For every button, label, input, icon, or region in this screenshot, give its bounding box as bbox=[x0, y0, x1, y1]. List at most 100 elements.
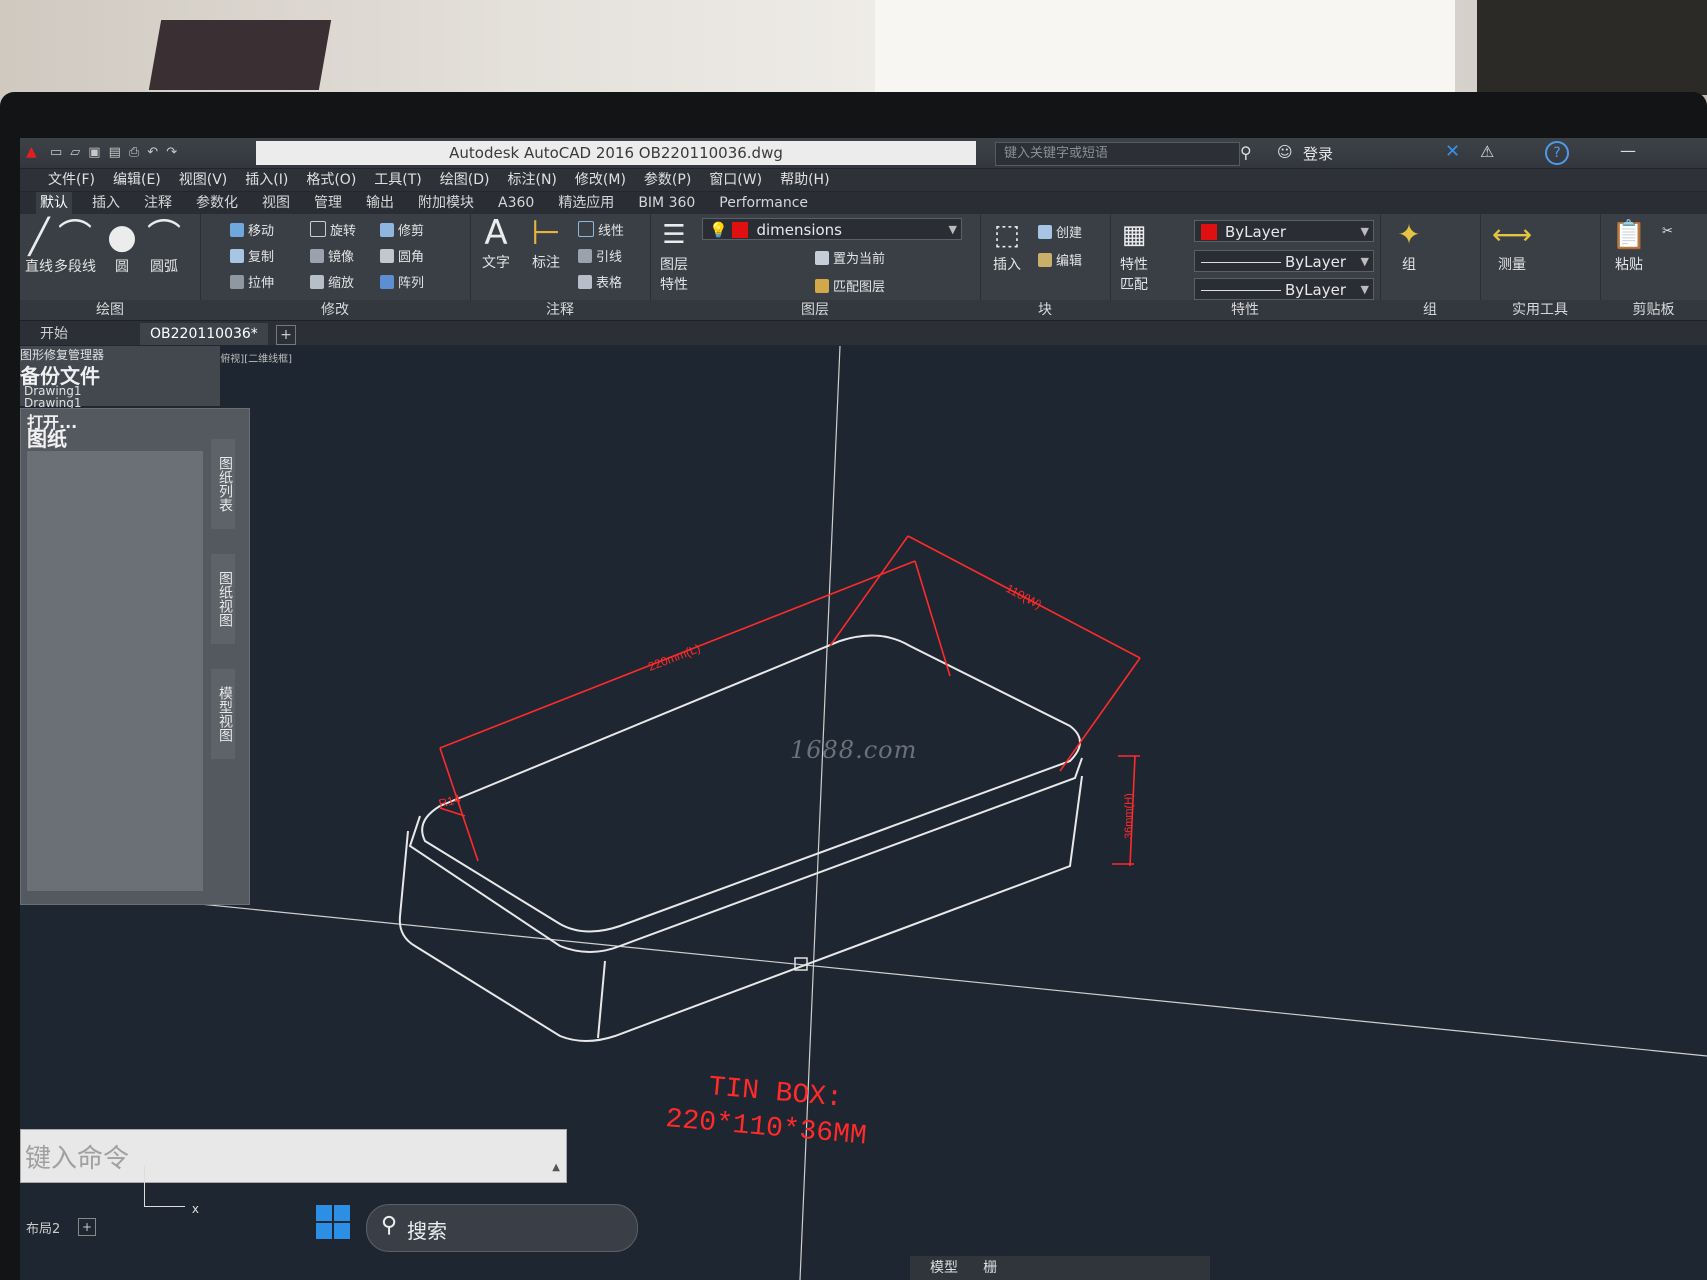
fillet-button[interactable]: 圆角 bbox=[380, 246, 424, 265]
tab-view[interactable]: 视图 bbox=[258, 192, 294, 214]
trim-button[interactable]: 修剪 bbox=[380, 220, 424, 239]
autocad-logo-icon[interactable]: ▲ bbox=[26, 144, 37, 160]
tab-default[interactable]: 默认 bbox=[36, 192, 72, 214]
move-button[interactable]: 移动 bbox=[230, 220, 274, 239]
match-layer-button[interactable]: 匹配图层 bbox=[815, 276, 885, 295]
undo-icon[interactable]: ↶ bbox=[147, 145, 158, 160]
minimize-icon[interactable]: — bbox=[1620, 141, 1636, 160]
menu-help[interactable]: 帮助(H) bbox=[780, 169, 829, 191]
group-button[interactable]: ✦ 组 bbox=[1384, 216, 1434, 274]
menu-tools[interactable]: 工具(T) bbox=[374, 169, 421, 191]
menu-dimension[interactable]: 标注(N) bbox=[508, 169, 557, 191]
width-dim-text: 110(W) bbox=[1004, 581, 1045, 611]
note-line-1: TIN BOX: bbox=[707, 1072, 844, 1115]
help-icon[interactable]: ? bbox=[1545, 141, 1569, 165]
saveas-icon[interactable]: ▤ bbox=[109, 145, 121, 160]
tab-insert[interactable]: 插入 bbox=[88, 192, 124, 214]
set-current-button[interactable]: 置为当前 bbox=[815, 248, 885, 267]
user-icon[interactable]: ☺ bbox=[1277, 143, 1293, 161]
measure-button[interactable]: ⟷ 测量 bbox=[1484, 216, 1540, 274]
windows-start-icon[interactable] bbox=[316, 1205, 352, 1241]
match-properties-button[interactable]: ▦ 特性 匹配 bbox=[1112, 216, 1156, 294]
open-icon[interactable]: ▱ bbox=[70, 145, 80, 160]
login-button[interactable]: 登录 bbox=[1303, 143, 1333, 164]
scale-button[interactable]: 缩放 bbox=[310, 272, 354, 291]
rotate-button[interactable]: 旋转 bbox=[310, 220, 356, 239]
menu-parametric[interactable]: 参数(P) bbox=[644, 169, 691, 191]
layer-dropdown[interactable]: 💡 dimensions ▼ bbox=[702, 218, 962, 240]
copy-button[interactable]: 复制 bbox=[230, 246, 274, 265]
new-tab-button[interactable]: + bbox=[276, 325, 296, 345]
mirror-button[interactable]: 镜像 bbox=[310, 246, 354, 265]
menu-format[interactable]: 格式(O) bbox=[306, 169, 356, 191]
leader-button[interactable]: 引线 bbox=[578, 246, 622, 265]
tab-sheet-list[interactable]: 图纸列表 bbox=[211, 439, 235, 529]
panel-draw-title[interactable]: 绘图 bbox=[20, 300, 200, 320]
height-dim-text: 36mm(H) bbox=[1123, 793, 1135, 839]
panel-clipboard-title[interactable]: 剪贴板 bbox=[1600, 300, 1707, 320]
layer-properties-button[interactable]: ☰ 图层 特性 bbox=[652, 216, 696, 294]
tab-layout2[interactable]: 布局2 bbox=[26, 1218, 60, 1237]
tab-bim360[interactable]: BIM 360 bbox=[634, 192, 699, 214]
panel-groups-title[interactable]: 组 bbox=[1380, 300, 1480, 320]
search-input[interactable]: 键入关键字或短语 bbox=[995, 142, 1240, 166]
tab-sheet-views[interactable]: 图纸视图 bbox=[211, 554, 235, 644]
insert-button[interactable]: ⬚ 插入 bbox=[982, 216, 1032, 274]
grid-toggle[interactable]: 栅 bbox=[983, 1260, 997, 1276]
menu-view[interactable]: 视图(V) bbox=[179, 169, 228, 191]
tab-annotate[interactable]: 注释 bbox=[140, 192, 176, 214]
tab-output[interactable]: 输出 bbox=[362, 192, 398, 214]
model-tab[interactable]: 模型 bbox=[930, 1260, 958, 1276]
tab-featured-apps[interactable]: 精选应用 bbox=[554, 192, 618, 214]
panel-annotation-title[interactable]: 注释 bbox=[470, 300, 650, 320]
stretch-button[interactable]: 拉伸 bbox=[230, 272, 274, 291]
tab-addins[interactable]: 附加模块 bbox=[414, 192, 478, 214]
print-icon[interactable]: ⎙ bbox=[129, 145, 139, 160]
panel-block-title[interactable]: 块 bbox=[980, 300, 1110, 320]
save-icon[interactable]: ▣ bbox=[88, 145, 100, 160]
tab-parametric[interactable]: 参数化 bbox=[192, 192, 242, 214]
polyline-button[interactable]: ⌒ 多段线 bbox=[50, 218, 100, 276]
menu-draw[interactable]: 绘图(D) bbox=[440, 169, 490, 191]
add-layout-button[interactable]: + bbox=[78, 1218, 96, 1236]
new-icon[interactable]: ▭ bbox=[50, 145, 62, 160]
linear-button[interactable]: 线性 bbox=[578, 220, 624, 239]
paste-button[interactable]: 📋 粘贴 bbox=[1604, 216, 1654, 274]
tab-a360[interactable]: A360 bbox=[494, 192, 538, 214]
taskbar-search[interactable]: ⚲ 搜索 bbox=[366, 1204, 638, 1252]
create-block-button[interactable]: 创建 bbox=[1038, 222, 1082, 241]
exchange-icon[interactable]: ✕ bbox=[1445, 141, 1460, 162]
command-input[interactable]: 键入命令 bbox=[25, 1138, 129, 1175]
panel-layers-title[interactable]: 图层 bbox=[650, 300, 980, 320]
dimension-button[interactable]: ⊢ 标注 bbox=[524, 214, 568, 272]
arc-button[interactable]: ⌒ 圆弧 bbox=[142, 218, 186, 276]
command-line[interactable]: 键入命令 ▲ bbox=[20, 1129, 567, 1183]
menu-window[interactable]: 窗口(W) bbox=[709, 169, 762, 191]
array-button[interactable]: 阵列 bbox=[380, 272, 424, 291]
panel-properties-title[interactable]: 特性 bbox=[1110, 300, 1380, 320]
tab-performance[interactable]: Performance bbox=[715, 192, 812, 214]
tab-file[interactable]: OB220110036* bbox=[140, 323, 268, 345]
panel-modify-title[interactable]: 修改 bbox=[200, 300, 470, 320]
drawing-canvas[interactable]: 220mm(L) 110(W) 36mm(H) R14 TIN BOX: 220… bbox=[20, 346, 1707, 1280]
lineweight-dropdown[interactable]: ByLayer ▼ bbox=[1194, 278, 1374, 300]
cut-button[interactable]: ✂ bbox=[1662, 224, 1673, 239]
binoculars-icon[interactable]: ⚲ bbox=[1240, 143, 1252, 162]
tab-model-views[interactable]: 模型视图 bbox=[211, 669, 235, 759]
menu-insert[interactable]: 插入(I) bbox=[245, 169, 288, 191]
menu-modify[interactable]: 修改(M) bbox=[575, 169, 626, 191]
tab-manage[interactable]: 管理 bbox=[310, 192, 346, 214]
redo-icon[interactable]: ↷ bbox=[166, 145, 177, 160]
a360-icon[interactable]: ⚠ bbox=[1480, 142, 1494, 161]
edit-block-button[interactable]: 编辑 bbox=[1038, 250, 1082, 269]
menu-edit[interactable]: 编辑(E) bbox=[113, 169, 161, 191]
text-button[interactable]: A 文字 bbox=[474, 214, 518, 272]
circle-button[interactable]: ● 圆 bbox=[100, 218, 144, 276]
panel-utilities-title[interactable]: 实用工具 bbox=[1480, 300, 1600, 320]
tab-start[interactable]: 开始 bbox=[40, 323, 68, 345]
chevron-up-icon[interactable]: ▲ bbox=[552, 1162, 560, 1173]
color-dropdown[interactable]: ByLayer ▼ bbox=[1194, 220, 1374, 242]
menu-file[interactable]: 文件(F) bbox=[48, 169, 95, 191]
linetype-dropdown[interactable]: ByLayer ▼ bbox=[1194, 250, 1374, 272]
table-button[interactable]: 表格 bbox=[578, 272, 622, 291]
